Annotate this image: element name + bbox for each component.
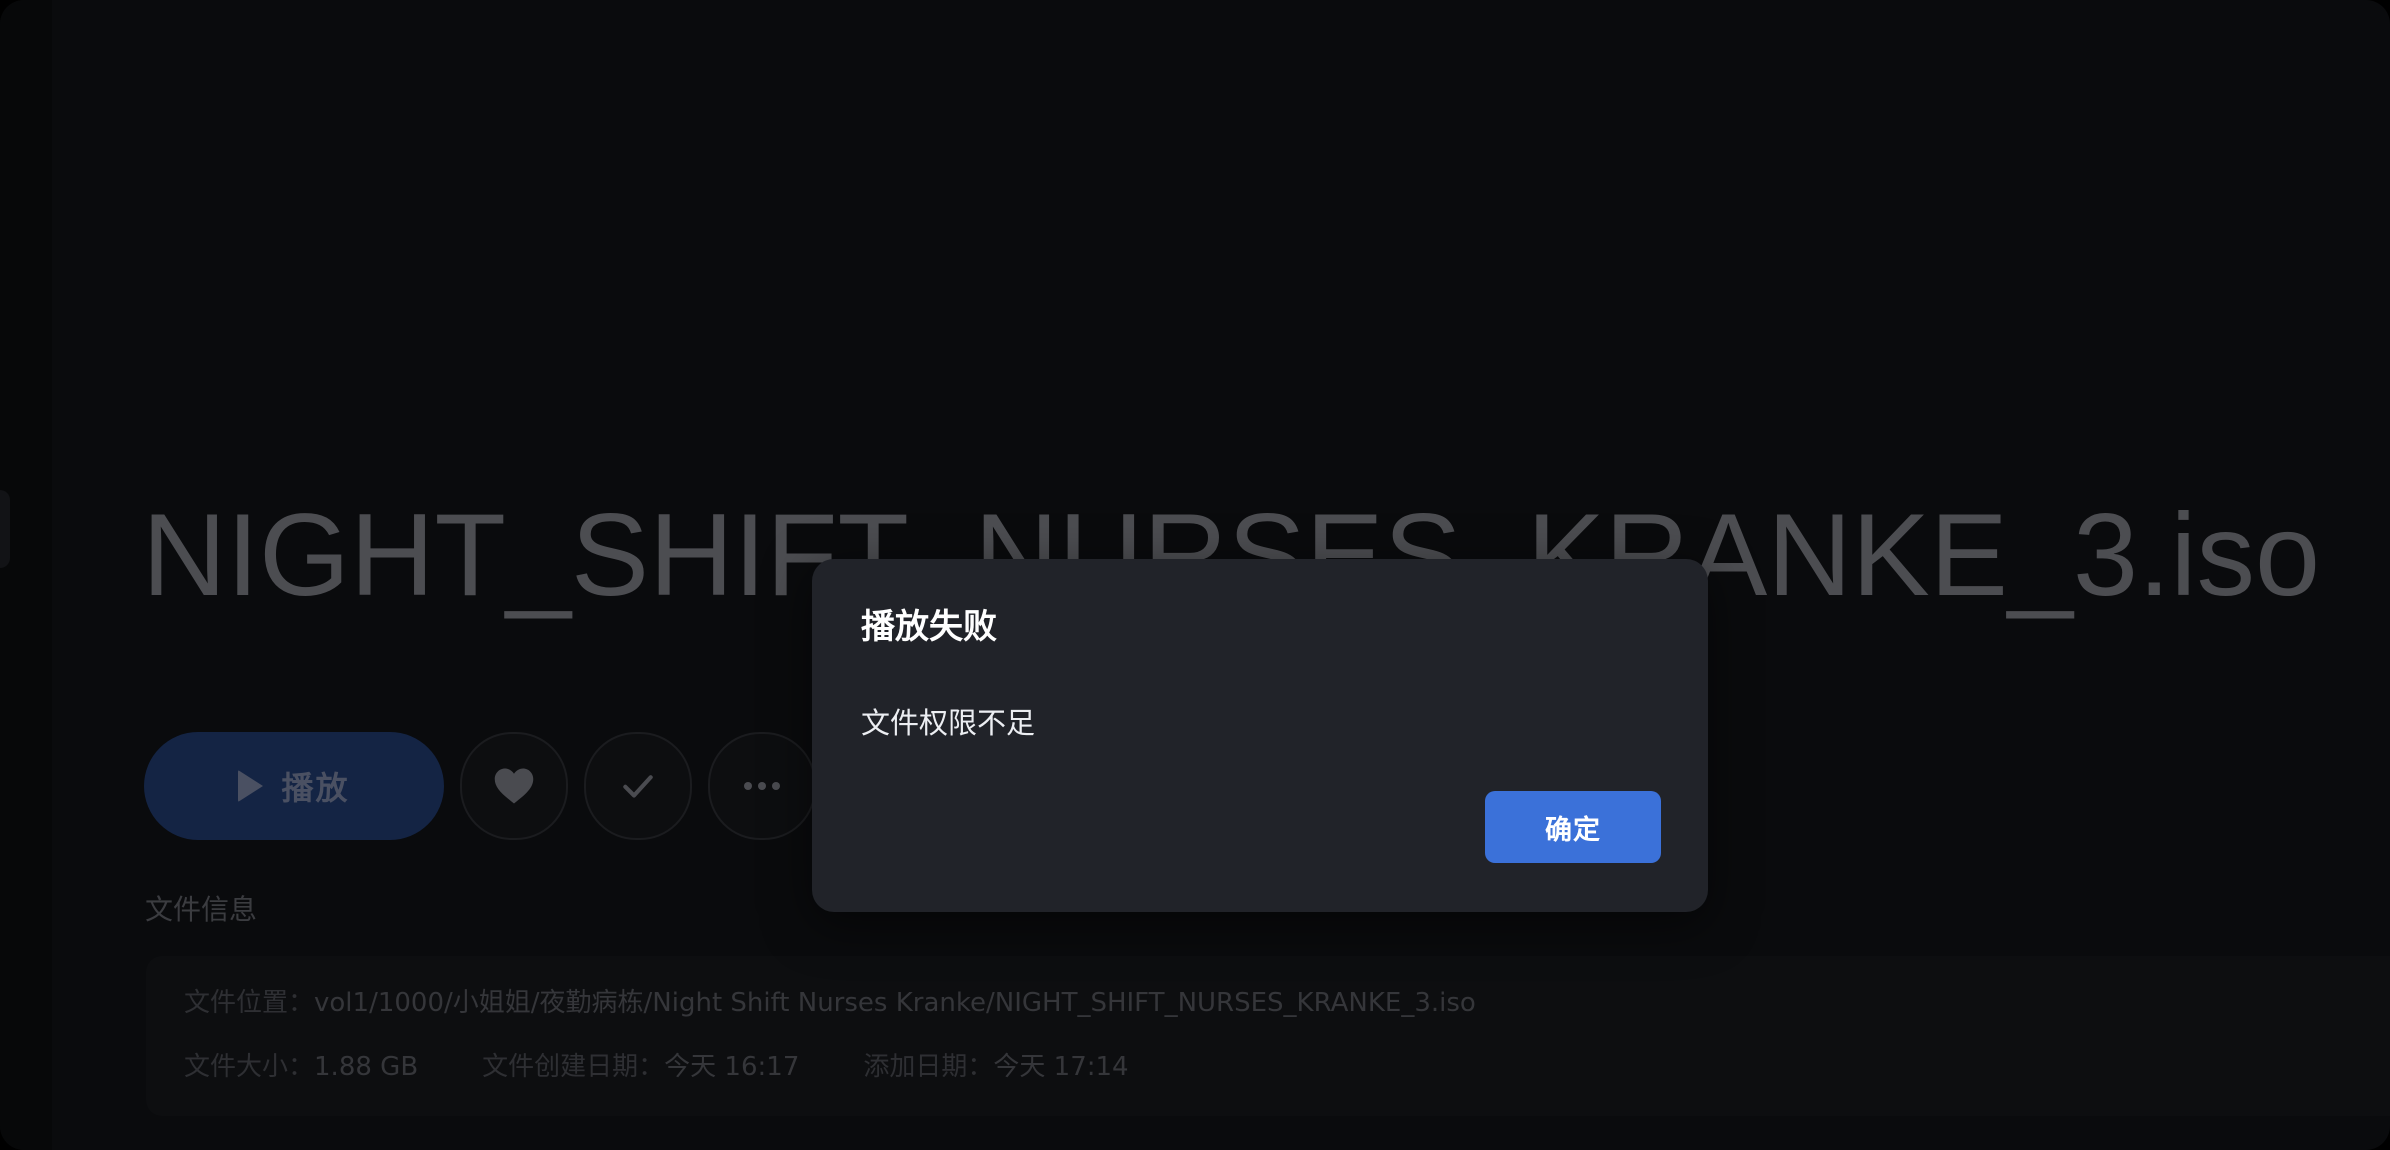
file-size-label: 文件大小： [184, 1052, 315, 1082]
file-info-heading: 文件信息 [145, 893, 258, 926]
play-button-label: 播放 [281, 769, 350, 807]
file-size-item: 文件大小： 1.88 GB [184, 1050, 418, 1084]
file-location-row: 文件位置： vol1/1000/小姐姐/夜勤病栋/Night Shift Nur… [184, 986, 1476, 1020]
side-handle[interactable] [0, 490, 10, 568]
confirm-button[interactable]: 确定 [1485, 791, 1661, 863]
file-location-label: 文件位置： [184, 988, 315, 1018]
file-created-item: 文件创建日期： 今天 16:17 [482, 1050, 799, 1084]
file-size-value: 1.88 GB [314, 1052, 419, 1082]
play-icon [238, 770, 264, 802]
more-button[interactable] [708, 732, 816, 840]
media-detail-page: NIGHT_SHIFT_NURSES_KRANKE_3.iso 播放 文件信息 [0, 0, 2390, 1150]
play-button[interactable]: 播放 [144, 732, 444, 840]
favorite-button[interactable] [460, 732, 568, 840]
file-meta-row: 文件大小： 1.88 GB 文件创建日期： 今天 16:17 添加日期： 今天 … [184, 1050, 1129, 1084]
file-created-label: 文件创建日期： [482, 1052, 665, 1082]
file-info-panel: 文件位置： vol1/1000/小姐姐/夜勤病栋/Night Shift Nur… [146, 956, 2390, 1116]
dialog-message: 文件权限不足 [861, 706, 1036, 740]
mark-watched-button[interactable] [584, 732, 692, 840]
heart-icon [494, 768, 534, 804]
file-added-item: 添加日期： 今天 17:14 [863, 1050, 1128, 1084]
page-edge [0, 0, 52, 1150]
check-icon [623, 775, 653, 798]
file-added-value: 今天 17:14 [993, 1052, 1129, 1082]
playback-error-dialog: 播放失败 文件权限不足 确定 [812, 559, 1708, 912]
file-added-label: 添加日期： [863, 1052, 994, 1082]
more-horizontal-icon [744, 782, 780, 790]
file-created-value: 今天 16:17 [664, 1052, 800, 1082]
file-location-value: vol1/1000/小姐姐/夜勤病栋/Night Shift Nurses Kr… [314, 988, 1476, 1018]
dialog-title: 播放失败 [861, 607, 997, 647]
